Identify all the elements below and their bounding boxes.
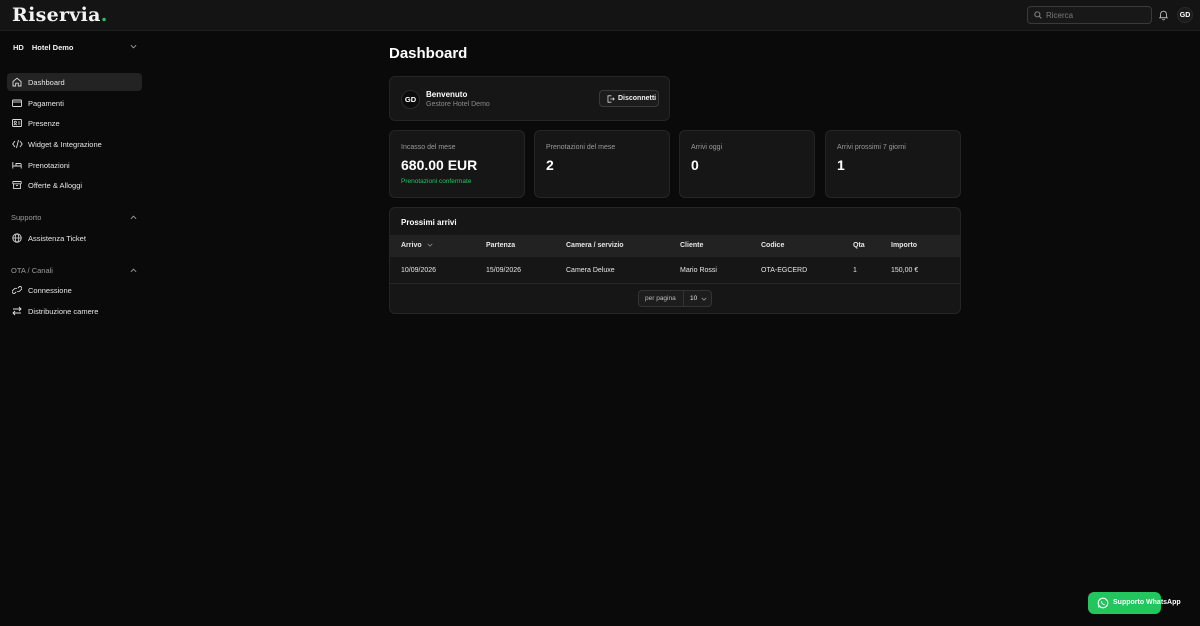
sidebar-item-presenze[interactable]: Presenze xyxy=(7,114,142,132)
bed-icon xyxy=(12,162,22,169)
cell-codice: OTA-EGCERD xyxy=(761,267,808,274)
whatsapp-support-button[interactable]: Supporto WhatsApp xyxy=(1088,592,1181,614)
cell-qta: 1 xyxy=(853,267,857,274)
stat-value: 680.00 EUR xyxy=(401,157,478,173)
top-bar: Riservia. GD xyxy=(0,0,1200,31)
whatsapp-label: Supporto WhatsApp xyxy=(1113,599,1181,606)
search-input[interactable] xyxy=(1046,8,1146,22)
per-page-label: per pagina xyxy=(645,295,676,302)
column-header-qta: Qta xyxy=(853,242,865,249)
table-row[interactable]: 10/09/2026 15/09/2026 Camera Deluxe Mari… xyxy=(390,257,960,284)
cell-importo: 150,00 € xyxy=(891,267,919,274)
search-icon xyxy=(1034,11,1042,19)
stat-label: Incasso del mese xyxy=(401,144,456,151)
cell-cliente: Mario Rossi xyxy=(680,267,717,274)
sidebar-item-widget[interactable]: Widget & Integrazione xyxy=(7,135,142,153)
logo-text: Riservia xyxy=(12,4,101,26)
search-box[interactable] xyxy=(1027,6,1152,24)
avatar: GD xyxy=(401,90,420,109)
sidebar-item-distribuzione[interactable]: Distribuzione camere xyxy=(7,302,142,320)
hotel-selector[interactable]: HD Hotel Demo xyxy=(13,43,74,52)
stat-label: Prenotazioni del mese xyxy=(546,144,616,151)
column-header-cliente: Cliente xyxy=(680,242,704,249)
chevron-down-icon[interactable] xyxy=(130,44,137,49)
per-page-select[interactable]: per pagina 10 xyxy=(638,290,712,307)
hotel-name: Hotel Demo xyxy=(31,43,74,52)
stat-note: Prenotazioni confermate xyxy=(401,178,472,185)
stat-value: 1 xyxy=(837,157,845,173)
stat-value: 2 xyxy=(546,157,554,173)
link-icon xyxy=(12,286,22,294)
logout-icon xyxy=(607,95,615,103)
globe-icon xyxy=(12,233,22,243)
sidebar-item-label: Connessione xyxy=(28,286,72,295)
sidebar-item-pagamenti[interactable]: Pagamenti xyxy=(7,94,142,112)
per-page-value: 10 xyxy=(690,295,698,302)
stat-label: Arrivi oggi xyxy=(691,144,723,151)
stat-card-arrivi-7-giorni: Arrivi prossimi 7 giorni 1 xyxy=(825,130,961,198)
sidebar-item-label: Distribuzione camere xyxy=(28,307,99,316)
cell-camera: Camera Deluxe xyxy=(566,267,615,274)
id-card-icon xyxy=(12,119,22,127)
chevron-down-icon xyxy=(701,297,707,301)
hotel-initials: HD xyxy=(13,43,24,52)
column-header-camera: Camera / servizio xyxy=(566,242,624,249)
user-avatar[interactable]: GD xyxy=(1177,7,1193,23)
bell-icon[interactable] xyxy=(1158,9,1169,21)
card-icon xyxy=(12,99,22,107)
sidebar-item-connessione[interactable]: Connessione xyxy=(7,281,142,299)
page-title: Dashboard xyxy=(389,45,468,62)
home-icon xyxy=(12,77,22,87)
welcome-card: GD Benvenuto Gestore Hotel Demo Disconne… xyxy=(389,76,670,121)
cell-arrivo: 10/09/2026 xyxy=(401,267,437,274)
cell-partenza: 15/09/2026 xyxy=(486,267,522,274)
section-title-supporto: Supporto xyxy=(11,213,42,222)
stat-card-arrivi-oggi: Arrivi oggi 0 xyxy=(679,130,815,198)
logout-label: Disconnetti xyxy=(618,95,657,102)
box-icon xyxy=(12,181,22,190)
sidebar-item-label: Widget & Integrazione xyxy=(28,140,102,149)
welcome-title: Benvenuto xyxy=(426,90,468,99)
welcome-subtitle: Gestore Hotel Demo xyxy=(426,101,490,108)
sidebar-item-label: Pagamenti xyxy=(28,99,64,108)
sidebar-item-dashboard[interactable]: Dashboard xyxy=(7,73,142,91)
sidebar-item-offerte[interactable]: Offerte & Alloggi xyxy=(7,176,142,194)
chevron-up-icon[interactable] xyxy=(130,268,137,273)
stat-value: 0 xyxy=(691,157,699,173)
sort-chevron-icon xyxy=(427,243,433,247)
chevron-up-icon[interactable] xyxy=(130,215,137,220)
arrivals-card: Prossimi arrivi Arrivo Partenza Camera /… xyxy=(389,207,961,314)
logo[interactable]: Riservia. xyxy=(12,4,108,26)
column-header-codice: Codice xyxy=(761,242,785,249)
logo-dot: . xyxy=(100,4,108,26)
stat-card-incasso: Incasso del mese 680.00 EUR Prenotazioni… xyxy=(389,130,525,198)
logout-button[interactable]: Disconnetti xyxy=(599,90,659,107)
sidebar-item-label: Prenotazioni xyxy=(28,161,70,170)
stat-card-prenotazioni: Prenotazioni del mese 2 xyxy=(534,130,670,198)
table-header: Arrivo Partenza Camera / servizio Client… xyxy=(390,235,960,257)
stat-label: Arrivi prossimi 7 giorni xyxy=(837,144,906,151)
sidebar-item-label: Dashboard xyxy=(28,78,65,87)
sidebar-item-label: Offerte & Alloggi xyxy=(28,181,83,190)
sidebar-item-prenotazioni[interactable]: Prenotazioni xyxy=(7,156,142,174)
swap-icon xyxy=(12,306,22,316)
sidebar-item-label: Assistenza Ticket xyxy=(28,234,86,243)
sidebar-item-label: Presenze xyxy=(28,119,60,128)
code-icon xyxy=(12,139,23,149)
whatsapp-icon xyxy=(1097,597,1109,609)
sidebar-item-assistenza[interactable]: Assistenza Ticket xyxy=(7,229,142,247)
column-header-importo: Importo xyxy=(891,242,918,249)
column-header-arrivo[interactable]: Arrivo xyxy=(401,242,433,249)
divider xyxy=(683,291,684,306)
column-label: Arrivo xyxy=(401,242,422,249)
column-header-partenza: Partenza xyxy=(486,242,516,249)
section-title-ota: OTA / Canali xyxy=(11,266,53,275)
arrivals-title: Prossimi arrivi xyxy=(401,218,457,227)
